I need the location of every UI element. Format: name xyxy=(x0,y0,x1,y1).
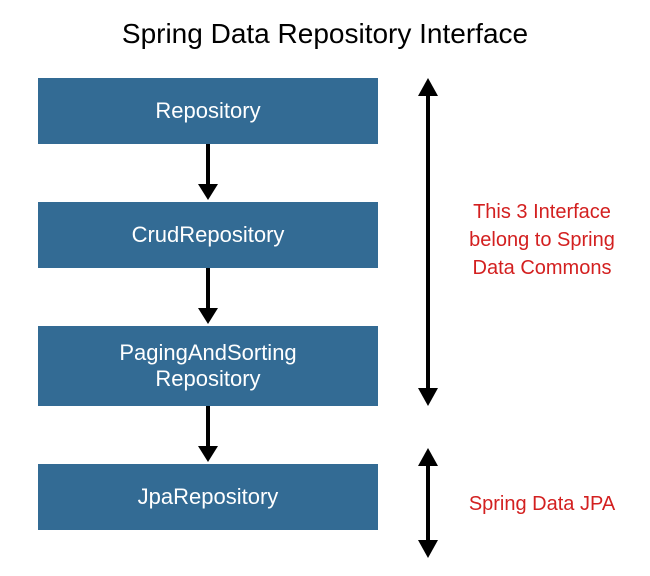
diagram-title: Spring Data Repository Interface xyxy=(0,0,650,60)
box-label: Repository xyxy=(155,98,260,124)
box-label-line2: Repository xyxy=(119,366,296,392)
annotation-line: Data Commons xyxy=(452,254,632,282)
annotation-spring-data-commons: This 3 Interface belong to Spring Data C… xyxy=(452,198,632,282)
double-arrow-icon xyxy=(414,448,442,563)
hierarchy-column: Repository CrudRepository PagingAndSorti… xyxy=(38,78,378,530)
box-label: JpaRepository xyxy=(138,484,279,510)
annotation-line: Spring Data JPA xyxy=(452,490,632,518)
box-paging-sorting-repository: PagingAndSorting Repository xyxy=(38,326,378,406)
box-repository: Repository xyxy=(38,78,378,144)
arrow-down-icon xyxy=(38,406,378,464)
box-label-line1: PagingAndSorting xyxy=(119,340,296,366)
annotation-line: This 3 Interface xyxy=(452,198,632,226)
box-jpa-repository: JpaRepository xyxy=(38,464,378,530)
arrow-down-icon xyxy=(38,268,378,326)
annotation-column: This 3 Interface belong to Spring Data C… xyxy=(398,78,638,568)
double-arrow-icon xyxy=(414,78,442,411)
annotation-spring-data-jpa: Spring Data JPA xyxy=(452,490,632,518)
box-label: CrudRepository xyxy=(132,222,285,248)
box-crud-repository: CrudRepository xyxy=(38,202,378,268)
arrow-down-icon xyxy=(38,144,378,202)
annotation-line: belong to Spring xyxy=(452,226,632,254)
diagram-body: Repository CrudRepository PagingAndSorti… xyxy=(0,60,650,570)
